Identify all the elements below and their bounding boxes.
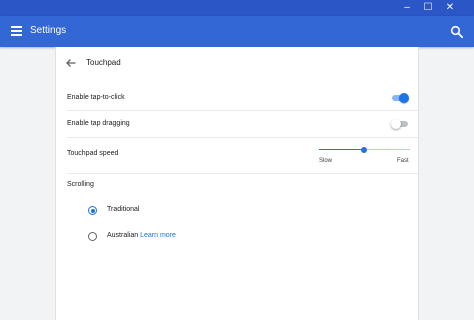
touchpad-speed-slider[interactable] <box>319 145 410 155</box>
search-icon[interactable] <box>450 25 464 39</box>
divider <box>67 137 418 138</box>
close-button[interactable]: ✕ <box>442 0 458 16</box>
slider-thumb[interactable] <box>361 147 367 153</box>
slider-max-label: Fast <box>397 158 409 164</box>
slider-tick <box>364 149 365 150</box>
scrolling-section-title: Scrolling <box>67 181 94 188</box>
radio-australian-label[interactable]: Australian Learn more <box>107 231 176 241</box>
minimize-button[interactable]: – <box>399 0 415 16</box>
divider <box>67 110 418 111</box>
tap-to-click-label: Enable tap-to-click <box>67 94 125 101</box>
radio-australian[interactable] <box>88 232 97 241</box>
australian-label[interactable]: Australian <box>107 232 138 239</box>
slider-tick <box>387 149 388 150</box>
arrow-back-icon[interactable] <box>65 57 77 69</box>
window-titlebar: – ☐ ✕ <box>0 0 474 16</box>
tap-dragging-toggle[interactable] <box>391 119 409 129</box>
radio-traditional-label[interactable]: Traditional <box>107 205 139 215</box>
radio-traditional[interactable] <box>88 206 97 215</box>
maximize-button[interactable]: ☐ <box>420 0 436 16</box>
tap-dragging-label: Enable tap dragging <box>67 120 130 127</box>
touchpad-settings-card: Touchpad Enable tap-to-click Enable tap … <box>55 47 419 320</box>
page-title: Touchpad <box>86 58 121 67</box>
hamburger-menu-icon[interactable] <box>11 26 22 36</box>
tap-to-click-toggle[interactable] <box>391 93 409 103</box>
slider-min-label: Slow <box>319 158 333 164</box>
slider-tick <box>342 149 343 150</box>
app-header: Settings <box>0 16 474 47</box>
app-title: Settings <box>30 25 67 36</box>
touchpad-speed-label: Touchpad speed <box>67 150 119 157</box>
slider-tick <box>319 149 320 150</box>
divider <box>67 173 418 174</box>
slider-tick <box>409 149 410 150</box>
learn-more-link[interactable]: Learn more <box>140 232 176 239</box>
